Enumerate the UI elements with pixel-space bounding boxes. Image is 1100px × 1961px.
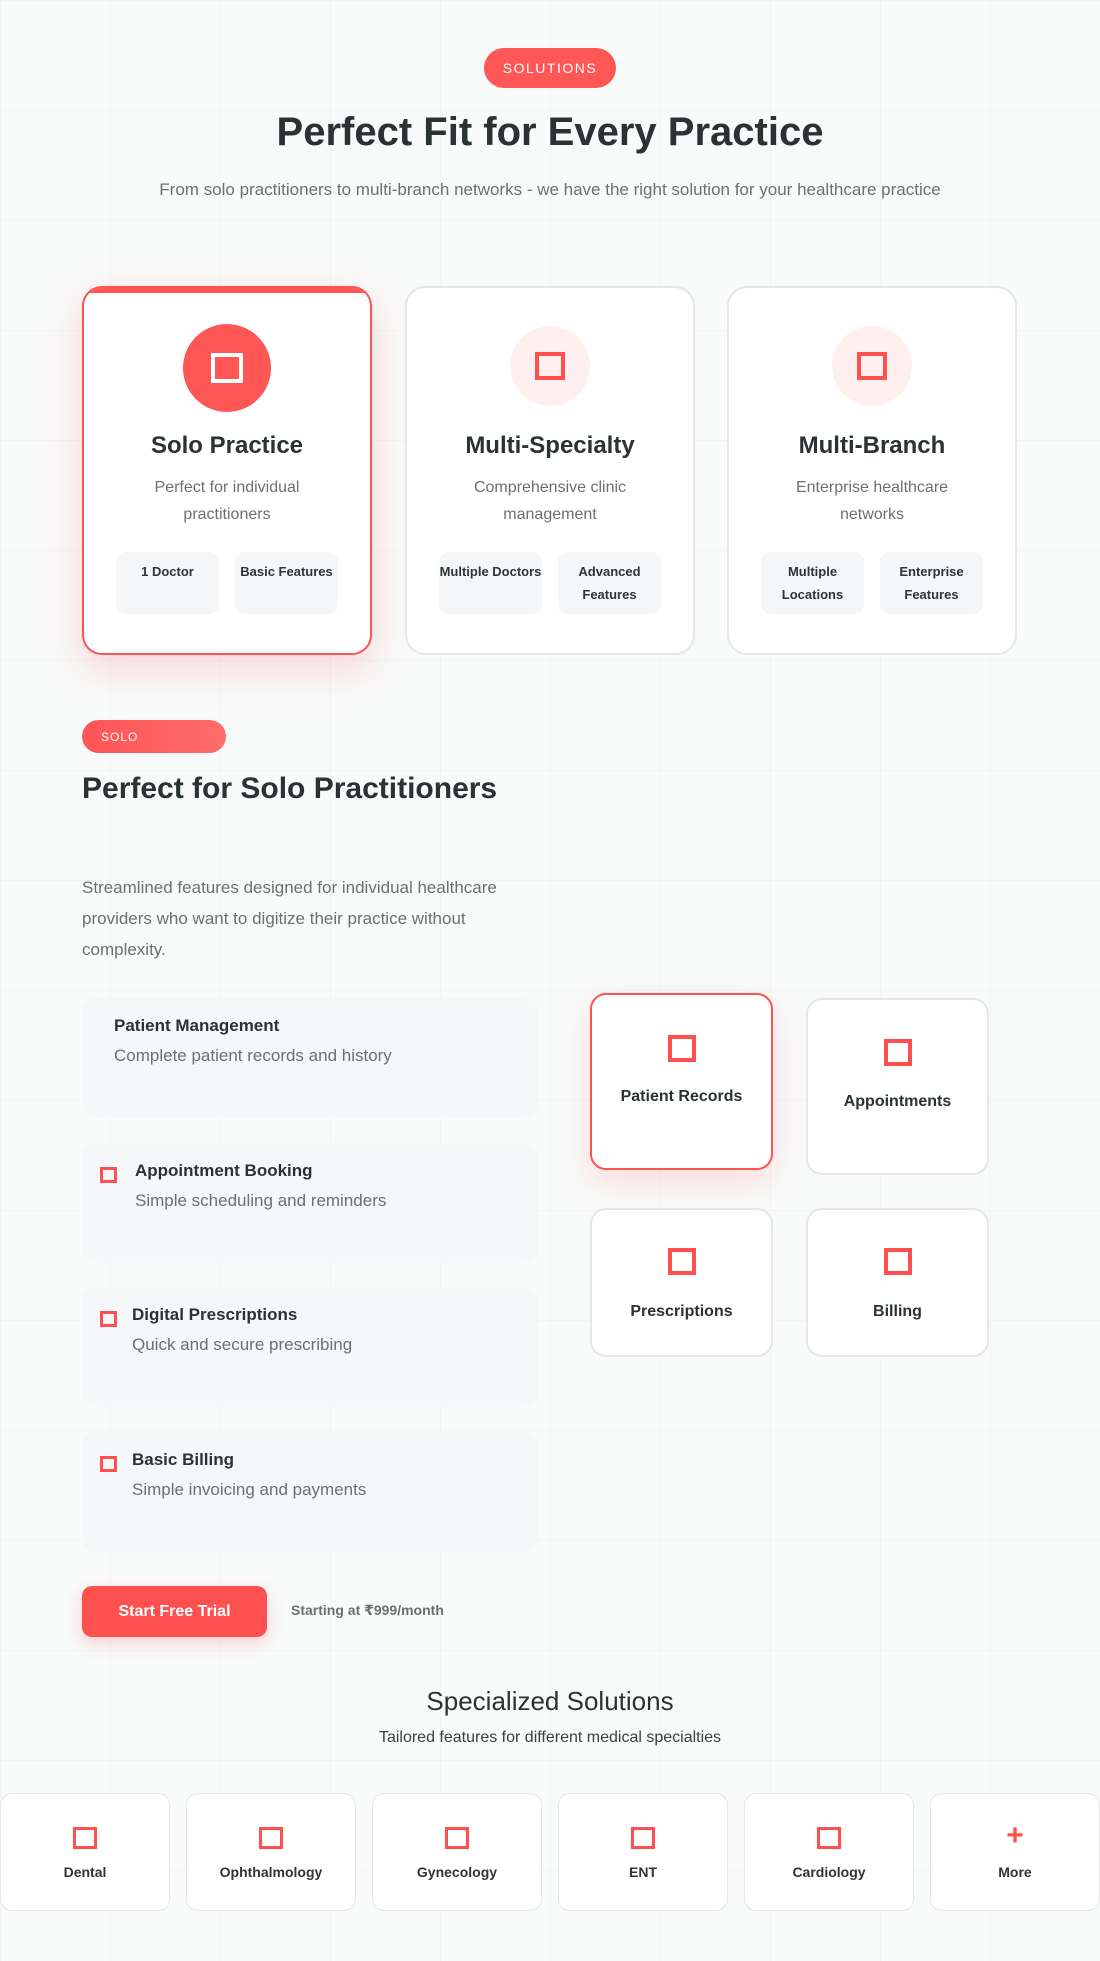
feature-title: Appointment Booking — [135, 1161, 313, 1180]
specialty-more[interactable]: + More — [930, 1793, 1100, 1911]
solo-description: Streamlined features designed for indivi… — [82, 878, 497, 959]
page-subtitle: From solo practitioners to multi-branch … — [159, 180, 941, 199]
square-icon — [445, 1827, 469, 1849]
start-free-trial-button[interactable]: Start Free Trial — [82, 1586, 267, 1637]
tile-appointments[interactable]: Appointments — [806, 998, 989, 1175]
feature-description: Simple invoicing and payments — [132, 1480, 367, 1499]
square-icon — [100, 1311, 117, 1327]
specialty-gynecology[interactable]: Gynecology — [372, 1793, 542, 1911]
square-icon — [100, 1167, 117, 1183]
feature-digital-prescriptions: Digital Prescriptions Quick and secure p… — [82, 1287, 538, 1407]
square-icon — [817, 1827, 841, 1849]
chip: Basic Features — [235, 552, 338, 614]
tile-prescriptions[interactable]: Prescriptions — [590, 1208, 773, 1357]
feature-title: Digital Prescriptions — [132, 1305, 298, 1324]
square-icon — [259, 1827, 283, 1849]
square-icon — [883, 1248, 912, 1275]
feature-description: Complete patient records and history — [114, 1046, 392, 1065]
tile-billing[interactable]: Billing — [806, 1208, 989, 1357]
specialty-ophthalmology[interactable]: Ophthalmology — [186, 1793, 356, 1911]
feature-title: Basic Billing — [132, 1450, 235, 1469]
solo-pill: SOLO — [82, 720, 226, 753]
specialized-title: Specialized Solutions — [426, 1686, 674, 1716]
card-title: Solo Practice — [150, 432, 304, 459]
chip: Enterprise Features — [880, 552, 983, 614]
tile-patient-records[interactable]: Patient Records — [590, 993, 773, 1170]
feature-basic-billing: Basic Billing Simple invoicing and payme… — [82, 1432, 538, 1552]
page-title: Perfect Fit for Every Practice — [276, 110, 824, 154]
feature-description: Simple scheduling and reminders — [135, 1191, 387, 1210]
solutions-pill: SOLUTIONS — [484, 48, 616, 88]
feature-title: Patient Management — [114, 1016, 280, 1035]
solo-title: Perfect for Solo Practitioners — [82, 772, 498, 805]
chip: 1 Doctor — [116, 552, 219, 614]
card-title: Multi-Specialty — [465, 432, 635, 459]
chip: Multiple Locations — [761, 552, 864, 614]
square-icon — [667, 1248, 696, 1275]
card-title: Multi-Branch — [798, 432, 946, 459]
specialized-subtitle: Tailored features for different medical … — [378, 1729, 722, 1746]
specialty-label: Cardiology — [792, 1864, 866, 1880]
specialty-label: Dental — [63, 1864, 107, 1880]
specialty-ent[interactable]: ENT — [558, 1793, 728, 1911]
feature-description: Quick and secure prescribing — [132, 1335, 353, 1354]
chip: Advanced Features — [558, 552, 661, 614]
square-icon — [183, 324, 271, 412]
specialty-label: More — [998, 1864, 1032, 1880]
card-description: Perfect for individual practitioners — [154, 479, 300, 523]
price-text: Starting at ₹999/month — [291, 1602, 444, 1618]
tile-label: Patient Records — [620, 1088, 743, 1105]
tile-label: Prescriptions — [630, 1303, 733, 1320]
specialty-label: Ophthalmology — [219, 1864, 323, 1880]
square-icon — [631, 1827, 655, 1849]
specialty-cardiology[interactable]: Cardiology — [744, 1793, 914, 1911]
feature-patient-management: Patient Management Complete patient reco… — [82, 998, 538, 1118]
card-description: Comprehensive clinic management — [473, 479, 627, 523]
plus-icon: + — [1006, 1819, 1024, 1852]
card-multi-specialty[interactable]: Multi-Specialty Comprehensive clinic man… — [405, 286, 695, 655]
card-multi-branch[interactable]: Multi-Branch Enterprise healthcare netwo… — [727, 286, 1017, 655]
chip: Multiple Doctors — [439, 552, 542, 614]
card-description: Enterprise healthcare networks — [795, 479, 949, 523]
square-icon — [510, 326, 590, 406]
feature-appointment-booking: Appointment Booking Simple scheduling an… — [82, 1143, 538, 1263]
specialty-label: ENT — [629, 1864, 657, 1880]
tile-label: Appointments — [843, 1093, 952, 1110]
specialty-dental[interactable]: Dental — [0, 1793, 170, 1911]
square-icon — [73, 1827, 97, 1849]
square-icon — [883, 1039, 912, 1066]
square-icon — [100, 1456, 117, 1472]
tile-label: Billing — [873, 1303, 922, 1320]
square-icon — [832, 326, 912, 406]
card-solo-practice[interactable]: Solo Practice Perfect for individual pra… — [82, 286, 372, 655]
specialty-label: Gynecology — [416, 1864, 498, 1880]
square-icon — [667, 1035, 696, 1062]
